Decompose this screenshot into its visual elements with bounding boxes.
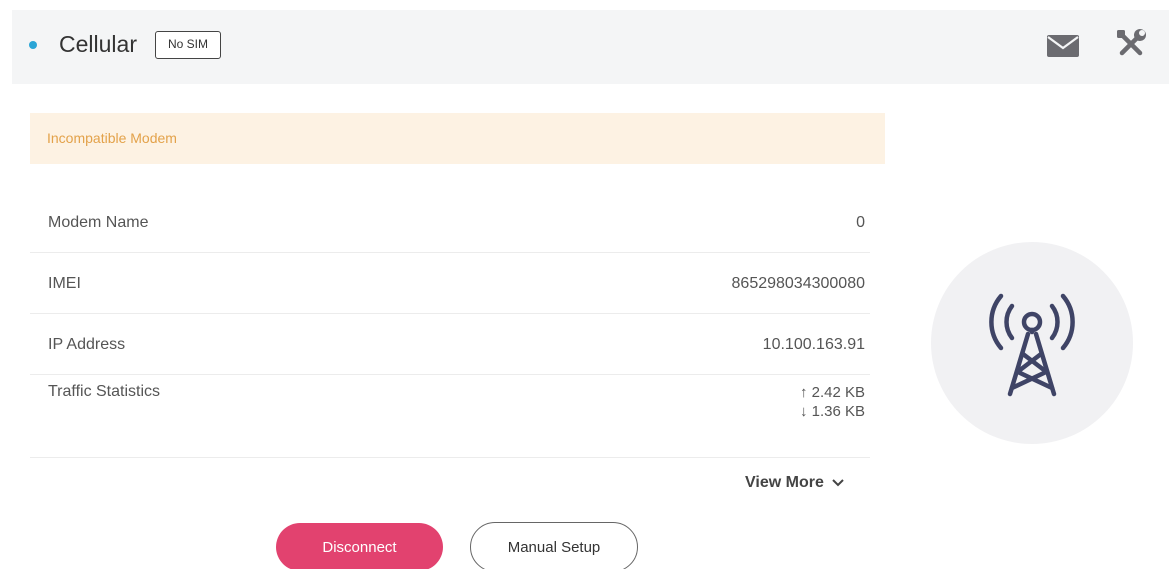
view-more-label: View More [745,474,824,491]
modem-name-label: Modem Name [48,214,149,231]
traffic-label: Traffic Statistics [48,383,161,400]
arrow-up-icon: ↑ [799,384,808,401]
traffic-values: ↑ 2.42 KB ↓ 1.36 KB [800,383,865,421]
cell-tower-icon [989,293,1075,397]
view-more-link[interactable]: View More [745,474,844,492]
imei-label: IMEI [48,275,81,292]
chevron-down-icon [832,479,844,487]
info-row-imei: IMEI 865298034300080 [30,253,870,314]
status-dot [29,41,37,49]
info-row-ip-address: IP Address 10.100.163.91 [30,314,870,375]
download-stat: ↓ 1.36 KB [800,402,865,421]
info-row-modem-name: Modem Name 0 [30,192,870,253]
arrow-down-icon: ↓ [799,403,808,420]
modem-info-list: Modem Name 0 IMEI 865298034300080 IP Add… [30,192,870,458]
upload-stat: ↑ 2.42 KB [800,383,865,402]
mail-icon[interactable] [1046,34,1080,58]
manual-setup-button[interactable]: Manual Setup [470,522,638,569]
download-value: 1.36 KB [811,403,865,420]
modem-name-value: 0 [856,214,865,231]
imei-value: 865298034300080 [731,275,865,292]
sim-status-badge: No SIM [155,31,222,59]
info-row-traffic: Traffic Statistics ↑ 2.42 KB ↓ 1.36 KB [30,375,870,458]
tools-icon[interactable] [1113,26,1149,62]
ip-address-label: IP Address [48,336,126,353]
incompatible-modem-alert: Incompatible Modem [30,113,885,164]
page-title: Cellular [59,31,137,57]
upload-value: 2.42 KB [811,384,865,401]
disconnect-button[interactable]: Disconnect [276,523,443,569]
signal-illustration [931,242,1133,444]
ip-address-value: 10.100.163.91 [762,336,865,353]
cellular-header: Cellular No SIM [12,10,1169,84]
